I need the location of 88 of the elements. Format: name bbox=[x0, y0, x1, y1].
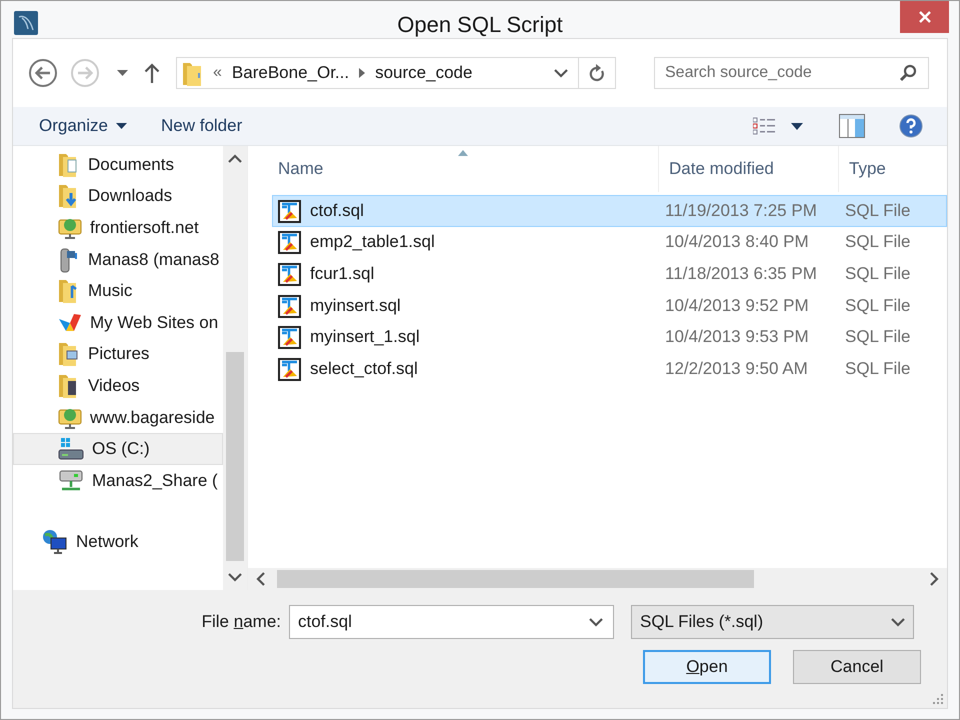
overflow-chevron[interactable]: « bbox=[213, 64, 222, 82]
sidebar-item[interactable]: Manas2_Share ( bbox=[13, 464, 223, 497]
column-header[interactable]: Type bbox=[839, 146, 886, 192]
back-button[interactable] bbox=[27, 57, 59, 89]
window-title: Open SQL Script bbox=[397, 12, 563, 38]
chevron-down-icon[interactable] bbox=[589, 618, 603, 626]
dialog-button[interactable]: Cancel bbox=[793, 650, 921, 684]
file-row[interactable]: fcur1.sql 11/18/2013 6:35 PM SQL File bbox=[272, 258, 947, 290]
date-modified: 11/19/2013 7:25 PM bbox=[665, 200, 818, 221]
script-file-icon bbox=[278, 294, 302, 318]
chevron-right-icon[interactable] bbox=[930, 572, 939, 586]
dropdown-arrow-icon[interactable] bbox=[791, 122, 803, 130]
file-name: ctof.sql bbox=[310, 200, 364, 221]
close-button[interactable] bbox=[900, 1, 949, 33]
sidebar-item[interactable]: Network bbox=[13, 526, 223, 558]
help-icon[interactable] bbox=[899, 114, 923, 138]
breadcrumb-arrow-icon[interactable] bbox=[359, 68, 366, 78]
sidebar-item[interactable]: frontiersoft.net bbox=[13, 212, 223, 244]
file-name: myinsert_1.sql bbox=[310, 327, 420, 348]
column-header[interactable]: Date modified bbox=[659, 146, 839, 192]
scrollbar-thumb[interactable] bbox=[226, 352, 244, 561]
file-name-field[interactable]: ctof.sql bbox=[289, 605, 614, 639]
file-type: SQL File bbox=[845, 232, 911, 252]
chevron-left-icon[interactable] bbox=[256, 572, 265, 586]
script-file-icon bbox=[278, 325, 302, 350]
sidebar-item[interactable]: Downloads bbox=[13, 180, 223, 212]
network-drive-icon bbox=[58, 468, 84, 493]
chevron-up-icon[interactable] bbox=[228, 154, 242, 163]
toolbar-button[interactable]: New folder bbox=[150, 112, 252, 140]
network-icon bbox=[42, 529, 68, 556]
address-bar[interactable]: « BareBone_Or... source_code bbox=[176, 57, 616, 89]
script-file-icon bbox=[278, 356, 302, 381]
sidebar-item[interactable]: Music bbox=[13, 275, 223, 307]
dropdown-arrow-icon[interactable] bbox=[117, 70, 128, 76]
search-field[interactable]: Search source_code bbox=[654, 57, 929, 89]
scrollbar-thumb[interactable] bbox=[277, 570, 754, 588]
up-arrow-icon[interactable] bbox=[144, 63, 160, 83]
file-name: fcur1.sql bbox=[310, 264, 374, 284]
file-type: SQL File bbox=[845, 358, 911, 379]
caret-icon bbox=[116, 123, 127, 129]
file-name: myinsert.sql bbox=[310, 296, 401, 316]
file-name: select_ctof.sql bbox=[310, 358, 418, 379]
dialog-button[interactable]: Open bbox=[643, 650, 771, 684]
date-modified: 10/4/2013 8:40 PM bbox=[665, 232, 810, 252]
sort-arrow-icon bbox=[458, 150, 468, 156]
drive-icon bbox=[58, 437, 84, 462]
chevron-down-icon[interactable] bbox=[554, 68, 568, 78]
sidebar-item[interactable]: www.bagareside bbox=[13, 402, 223, 434]
chevron-down-icon[interactable] bbox=[228, 573, 242, 582]
chevron-down-icon[interactable] bbox=[891, 618, 905, 626]
file-row[interactable]: select_ctof.sql 12/2/2013 9:50 AM SQL File bbox=[272, 352, 947, 385]
preview-pane-icon[interactable] bbox=[839, 114, 865, 138]
date-modified: 11/18/2013 6:35 PM bbox=[665, 264, 818, 284]
toolbar-button[interactable]: Organize bbox=[29, 112, 137, 140]
file-type: SQL File bbox=[845, 296, 911, 316]
file-type: SQL File bbox=[845, 327, 911, 348]
sidebar-item[interactable]: Documents bbox=[13, 149, 223, 181]
refresh-icon bbox=[589, 64, 605, 82]
script-file-icon bbox=[278, 262, 302, 286]
sidebar-item[interactable]: My Web Sites on bbox=[13, 306, 223, 339]
file-row[interactable]: emp2_table1.sql 10/4/2013 8:40 PM SQL File bbox=[272, 226, 947, 258]
horizontal-scrollbar[interactable] bbox=[248, 568, 947, 590]
file-row[interactable]: myinsert.sql 10/4/2013 9:52 PM SQL File bbox=[272, 290, 947, 322]
resize-grip-icon[interactable] bbox=[933, 694, 943, 704]
file-row[interactable]: ctof.sql 11/19/2013 7:25 PM SQL File bbox=[272, 195, 947, 227]
search-icon bbox=[899, 64, 917, 82]
sidebar-item[interactable]: Manas8 (manas8 bbox=[13, 244, 223, 276]
sidebar-item[interactable]: Pictures bbox=[13, 338, 223, 370]
file-type: SQL File bbox=[845, 200, 911, 221]
breadcrumb[interactable]: BareBone_Or... bbox=[232, 63, 350, 83]
date-modified: 12/2/2013 9:50 AM bbox=[665, 358, 809, 379]
date-modified: 10/4/2013 9:52 PM bbox=[665, 296, 810, 316]
vertical-scrollbar[interactable] bbox=[223, 146, 247, 590]
sidebar-item[interactable]: Videos bbox=[13, 370, 223, 402]
file-type-dropdown[interactable]: SQL Files (*.sql) bbox=[631, 605, 914, 639]
script-file-icon bbox=[278, 230, 302, 254]
breadcrumb[interactable]: source_code bbox=[375, 63, 472, 83]
close-icon bbox=[916, 9, 932, 25]
script-file-icon bbox=[278, 198, 302, 223]
media-device-icon bbox=[58, 246, 80, 273]
details-view-icon[interactable] bbox=[753, 117, 777, 135]
file-name: emp2_table1.sql bbox=[310, 232, 435, 252]
file-name-label: File name: bbox=[200, 612, 282, 632]
date-modified: 10/4/2013 9:53 PM bbox=[665, 327, 810, 348]
folder-icon bbox=[58, 341, 80, 368]
file-type: SQL File bbox=[845, 264, 911, 284]
file-row[interactable]: myinsert_1.sql 10/4/2013 9:53 PM SQL File bbox=[272, 321, 947, 353]
sidebar-item[interactable]: OS (C:) bbox=[13, 433, 223, 465]
